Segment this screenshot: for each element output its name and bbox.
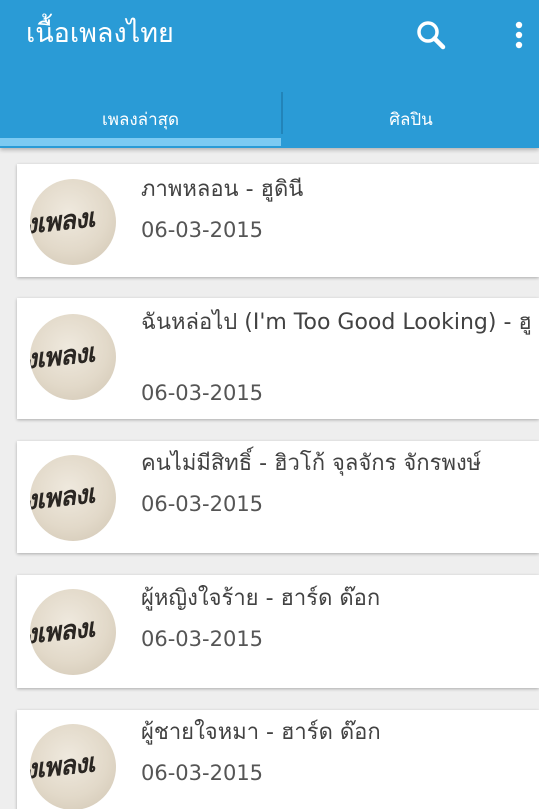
more-vert-icon [515,21,523,49]
thumbnail-lettering: งเพลงเ [30,338,96,376]
song-list-item[interactable]: งเพลงเ คนไม่มีสิทธิ์ - ฮิวโก้ จุลจักร จั… [17,441,539,553]
song-date: 06-03-2015 [141,218,264,242]
song-title: ผู้ชายใจหมา - ฮาร์ด ด๊อก [141,720,381,745]
song-thumbnail: งเพลงเ [30,724,116,809]
selected-tab-indicator [0,138,281,146]
tab-artists[interactable]: ศิลปิน [283,90,539,148]
song-list-item[interactable]: งเพลงเ ฉันหล่อไป (I'm Too Good Looking) … [17,298,539,419]
tab-label: ศิลปิน [389,109,433,130]
search-button[interactable] [412,16,450,54]
song-thumbnail: งเพลงเ [30,314,116,400]
overflow-menu-button[interactable] [506,16,532,54]
app-title: เนื้อเพลงไทย [26,18,174,49]
app-bar: เนื้อเพลงไทย เพลงล่าสุด ศิลปิน [0,0,539,148]
song-title: คนไม่มีสิทธิ์ - ฮิวโก้ จุลจักร จักรพงษ์ [141,451,482,476]
song-list-item[interactable]: งเพลงเ ผู้ชายใจหมา - ฮาร์ด ด๊อก 06-03-20… [17,710,539,809]
song-thumbnail: งเพลงเ [30,455,116,541]
song-thumbnail: งเพลงเ [30,179,116,265]
app-screen: เนื้อเพลงไทย เพลงล่าสุด ศิลปิน งเพลงเ ภา… [0,0,539,809]
song-title: ผู้หญิงใจร้าย - ฮาร์ด ด๊อก [141,586,381,611]
tab-bar: เพลงล่าสุด ศิลปิน [0,90,539,148]
thumbnail-lettering: งเพลงเ [30,479,96,517]
thumbnail-lettering: งเพลงเ [30,613,96,651]
thumbnail-lettering: งเพลงเ [30,203,96,241]
song-date: 06-03-2015 [141,492,264,516]
song-date: 06-03-2015 [141,761,264,785]
tab-label: เพลงล่าสุด [101,109,180,130]
search-icon [417,21,446,50]
song-title: ภาพหลอน - ฮูดินี [141,177,304,202]
song-list-item[interactable]: งเพลงเ ผู้หญิงใจร้าย - ฮาร์ด ด๊อก 06-03-… [17,575,539,688]
song-date: 06-03-2015 [141,381,264,405]
song-title: ฉันหล่อไป (I'm Too Good Looking) - ฮู [141,310,532,335]
song-date: 06-03-2015 [141,627,264,651]
song-list-item[interactable]: งเพลงเ ภาพหลอน - ฮูดินี 06-03-2015 [17,164,539,277]
song-thumbnail: งเพลงเ [30,589,116,675]
thumbnail-lettering: งเพลงเ [30,748,96,786]
